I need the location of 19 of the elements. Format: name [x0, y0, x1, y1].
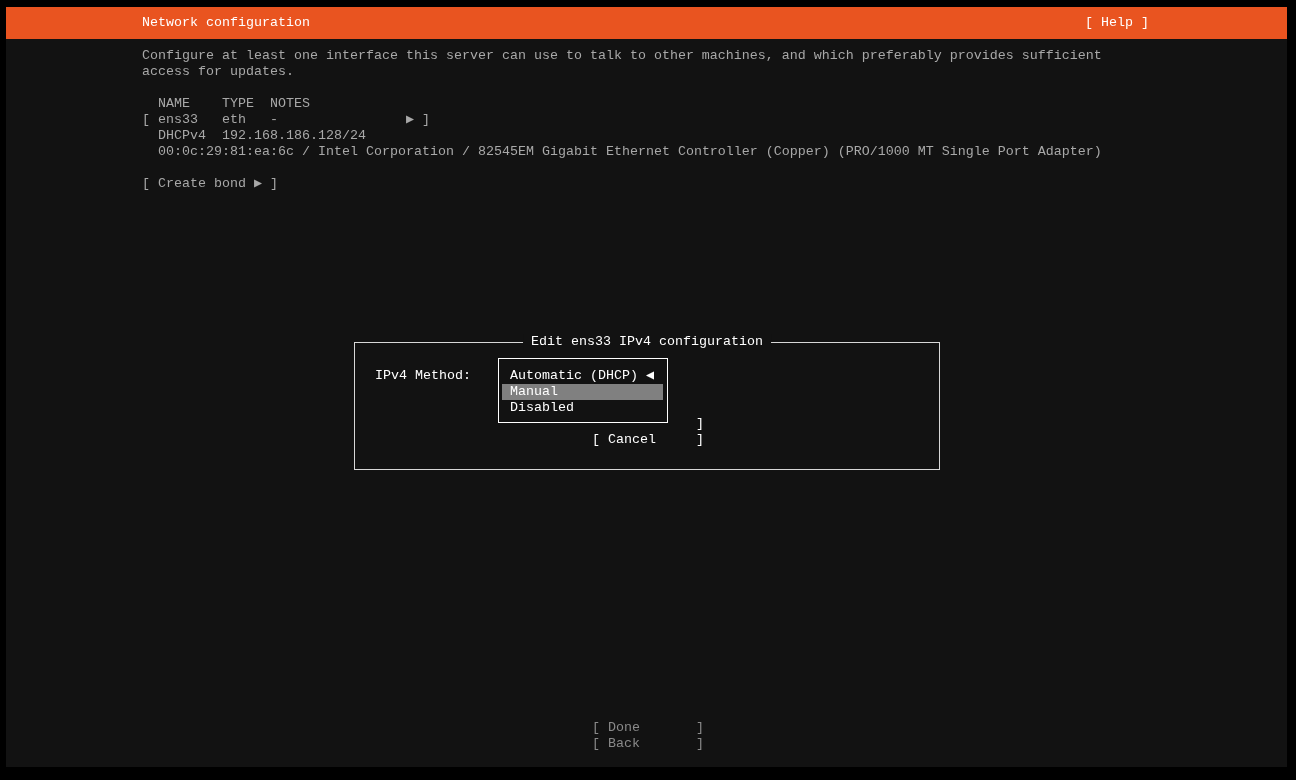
dialog-title: Edit ens33 IPv4 configuration [523, 334, 771, 350]
column-header: NOTES [270, 96, 311, 112]
button-fragment: ] [696, 416, 704, 432]
column-header: TYPE [222, 96, 255, 112]
field-label: IPv4 Method: [375, 368, 471, 384]
screen-title: Network configuration [142, 15, 310, 31]
dropdown-option[interactable]: Disabled [502, 400, 663, 416]
ip-address: 192.168.186.128/24 [222, 128, 367, 144]
hardware-info: 00:0c:29:81:ea:6c / Intel Corporation / 82545EM Gigabit Ethernet Controller (Copper) (PRO/1000 MT Single Port Adapter) [157, 144, 1103, 160]
interface-row[interactable]: [ ens33 eth - ▶ ] [142, 112, 430, 128]
intro-text: Configure at least one interface this server can use to talk to other machines, and which preferably provides sufficient access for updates. [142, 48, 1103, 80]
dropdown-option[interactable]: Manual [502, 384, 663, 400]
current-marker: ◀ [646, 368, 654, 383]
create-bond-button[interactable]: [ Create bond ▶ ] [142, 176, 278, 192]
dropdown-option[interactable]: Automatic (DHCP) ◀ [502, 368, 663, 384]
help-button[interactable]: [ Help ] [1085, 15, 1149, 31]
column-header: NAME [158, 96, 191, 112]
address-method: DHCPv4 [158, 128, 207, 144]
cancel-button[interactable]: [ Cancel ] [592, 432, 704, 448]
